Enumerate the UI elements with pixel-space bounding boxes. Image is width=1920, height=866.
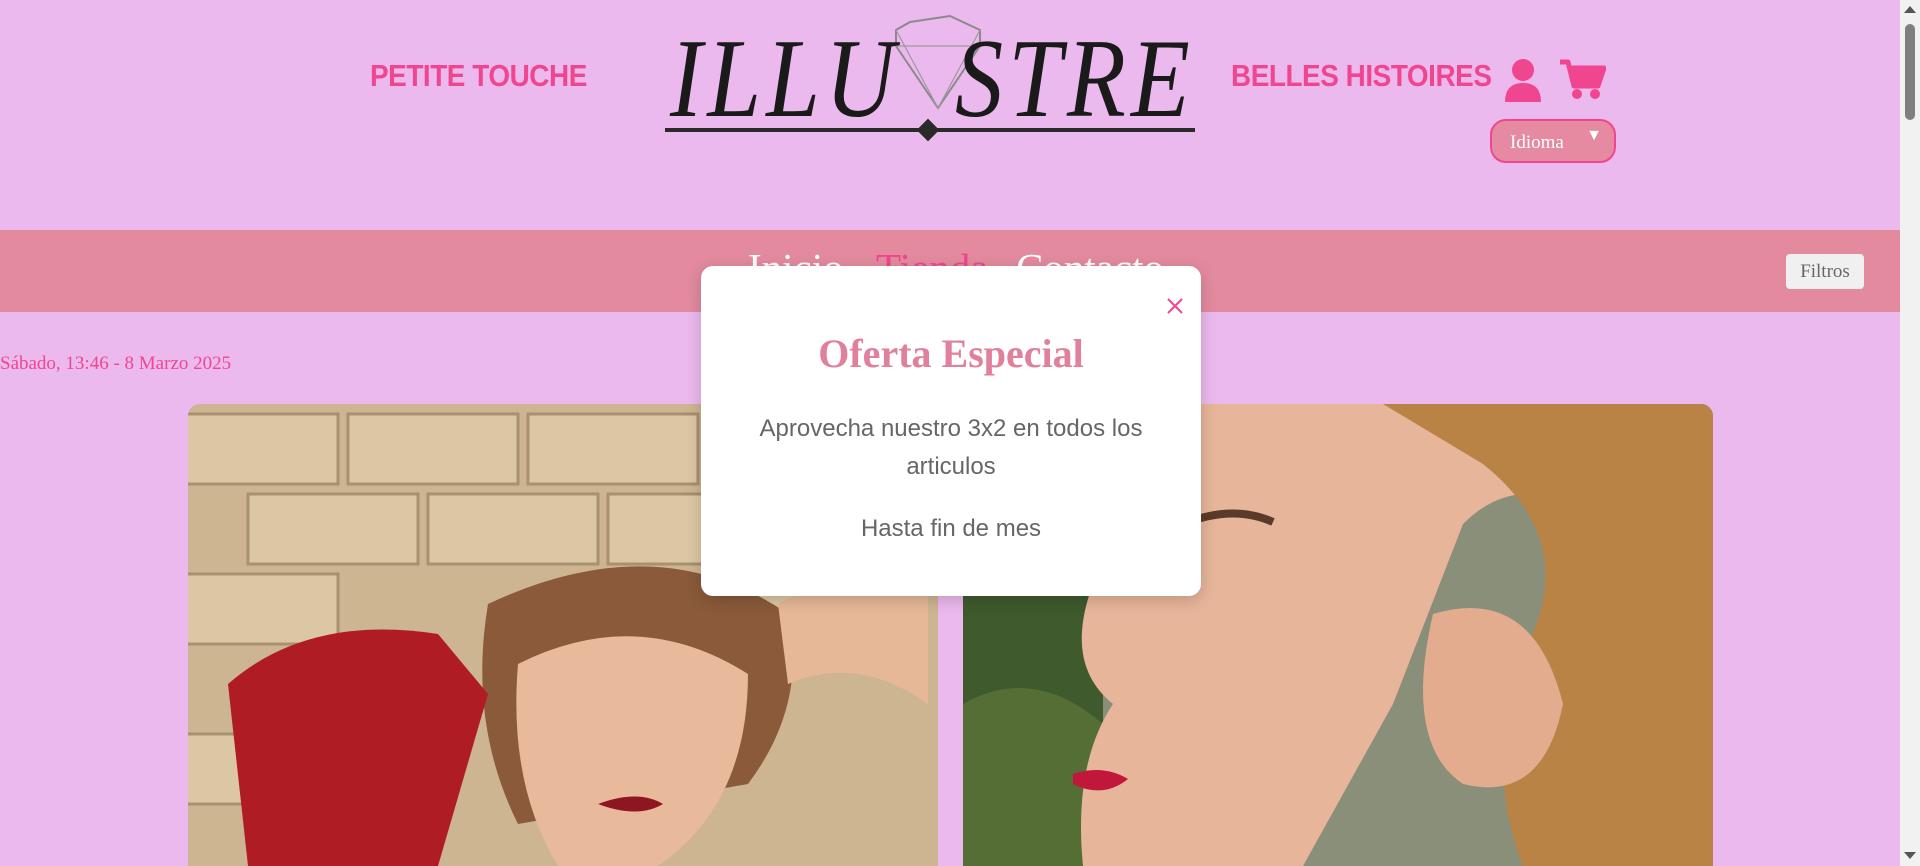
modal-deadline-text: Hasta fin de mes (860, 515, 1042, 542)
scroll-down-arrow[interactable] (1904, 852, 1916, 859)
modal-offer-text: Aprovecha nuestro 3x2 en todos los artic… (759, 415, 1143, 480)
scroll-thumb[interactable] (1905, 24, 1915, 120)
language-label: Idioma (1510, 132, 1564, 153)
svg-text:ILLU: ILLU (669, 17, 900, 141)
close-icon[interactable] (1163, 294, 1187, 318)
cart-icon[interactable] (1560, 58, 1607, 100)
petite-touche-link[interactable]: PETITE TOUCHE (370, 58, 587, 94)
filters-button[interactable]: Filtros (1786, 254, 1864, 289)
belles-histoires-link[interactable]: BELLES HISTOIRES (1231, 58, 1492, 94)
date-time: Sábado, 13:46 - 8 Marzo 2025 (0, 353, 232, 374)
vertical-scrollbar[interactable] (1900, 0, 1920, 866)
scroll-up-arrow[interactable] (1904, 6, 1916, 13)
modal-title: Oferta Especial (818, 331, 1084, 376)
language-select[interactable]: Idioma ▼ (1490, 119, 1616, 163)
svg-text:STRE: STRE (955, 17, 1195, 141)
user-icon[interactable] (1504, 58, 1542, 102)
site-header: PETITE TOUCHE ILLU STRE BELLES HISTOIRES… (0, 0, 1900, 230)
chevron-down-icon: ▼ (1586, 127, 1602, 144)
illustre-logo[interactable]: ILLU STRE (660, 8, 1210, 148)
special-offer-modal: Oferta Especial Aprovecha nuestro 3x2 en… (701, 266, 1201, 596)
